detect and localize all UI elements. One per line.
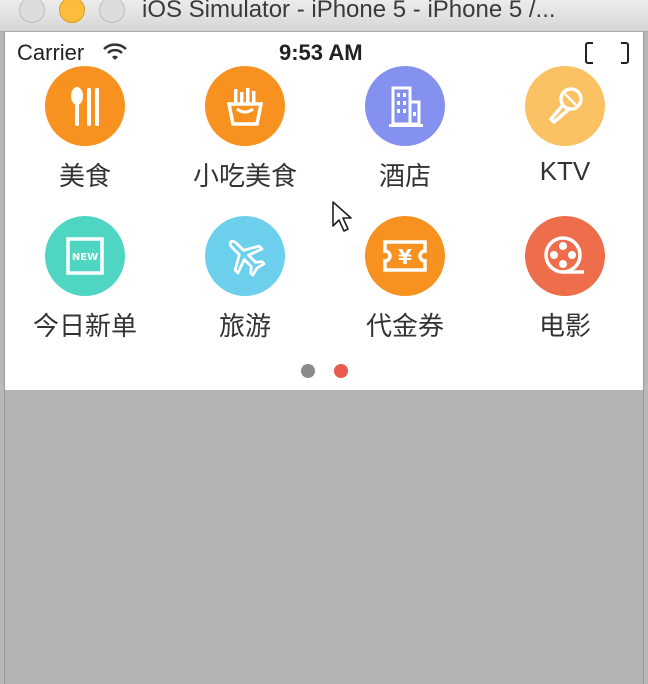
category-label: 旅游 [218, 311, 271, 341]
page-dot-1[interactable] [301, 364, 315, 378]
page-dot-2-active[interactable] [334, 364, 348, 378]
category-label: 小吃美食 [192, 161, 297, 191]
category-label: KTV [539, 156, 591, 186]
status-time: 9:53 AM [279, 40, 363, 65]
zoom-window-button[interactable] [99, 0, 125, 23]
category-snacks[interactable]: 小吃美食 [165, 66, 325, 206]
category-movies[interactable]: 电影 [485, 216, 643, 356]
microphone-icon [525, 66, 605, 146]
category-food[interactable]: 美食 [5, 66, 165, 206]
close-window-button[interactable] [19, 0, 45, 23]
category-label: 美食 [58, 161, 111, 191]
category-label: 代金券 [365, 311, 444, 341]
window-title: iOS Simulator - iPhone 5 - iPhone 5 /... [142, 0, 556, 23]
fries-icon [205, 66, 285, 146]
coupon-icon: ¥ [365, 216, 445, 296]
category-new-deals[interactable]: NEW 今日新单 [5, 216, 165, 356]
building-icon [365, 66, 445, 146]
category-hotel[interactable]: 酒店 [325, 66, 485, 206]
category-panel: Carrier 9:53 AM 美食 小吃美食 酒店 KTV NEW 今日新单 … [5, 32, 643, 390]
page-indicator[interactable] [301, 364, 361, 380]
window-titlebar: iOS Simulator - iPhone 5 - iPhone 5 /... [0, 0, 648, 32]
fork-knife-icon [45, 66, 125, 146]
airplane-icon [205, 216, 285, 296]
minimize-window-button[interactable] [59, 0, 85, 23]
category-ktv[interactable]: KTV [485, 66, 643, 206]
wifi-icon [102, 42, 128, 65]
category-travel[interactable]: 旅游 [165, 216, 325, 356]
new-badge-icon: NEW [45, 216, 125, 296]
carrier-label: Carrier [17, 40, 85, 65]
battery-icon [585, 42, 629, 64]
category-label: 酒店 [378, 161, 431, 191]
film-reel-icon [525, 216, 605, 296]
category-label: 电影 [538, 311, 591, 341]
mouse-cursor-icon [332, 201, 352, 232]
coupon-symbol: ¥ [398, 245, 412, 269]
simulator-screen: Carrier 9:53 AM 美食 小吃美食 酒店 KTV NEW 今日新单 … [4, 32, 644, 684]
new-badge-text: NEW [72, 252, 98, 263]
category-coupons[interactable]: ¥ 代金券 [325, 216, 485, 356]
category-label: 今日新单 [32, 311, 137, 341]
